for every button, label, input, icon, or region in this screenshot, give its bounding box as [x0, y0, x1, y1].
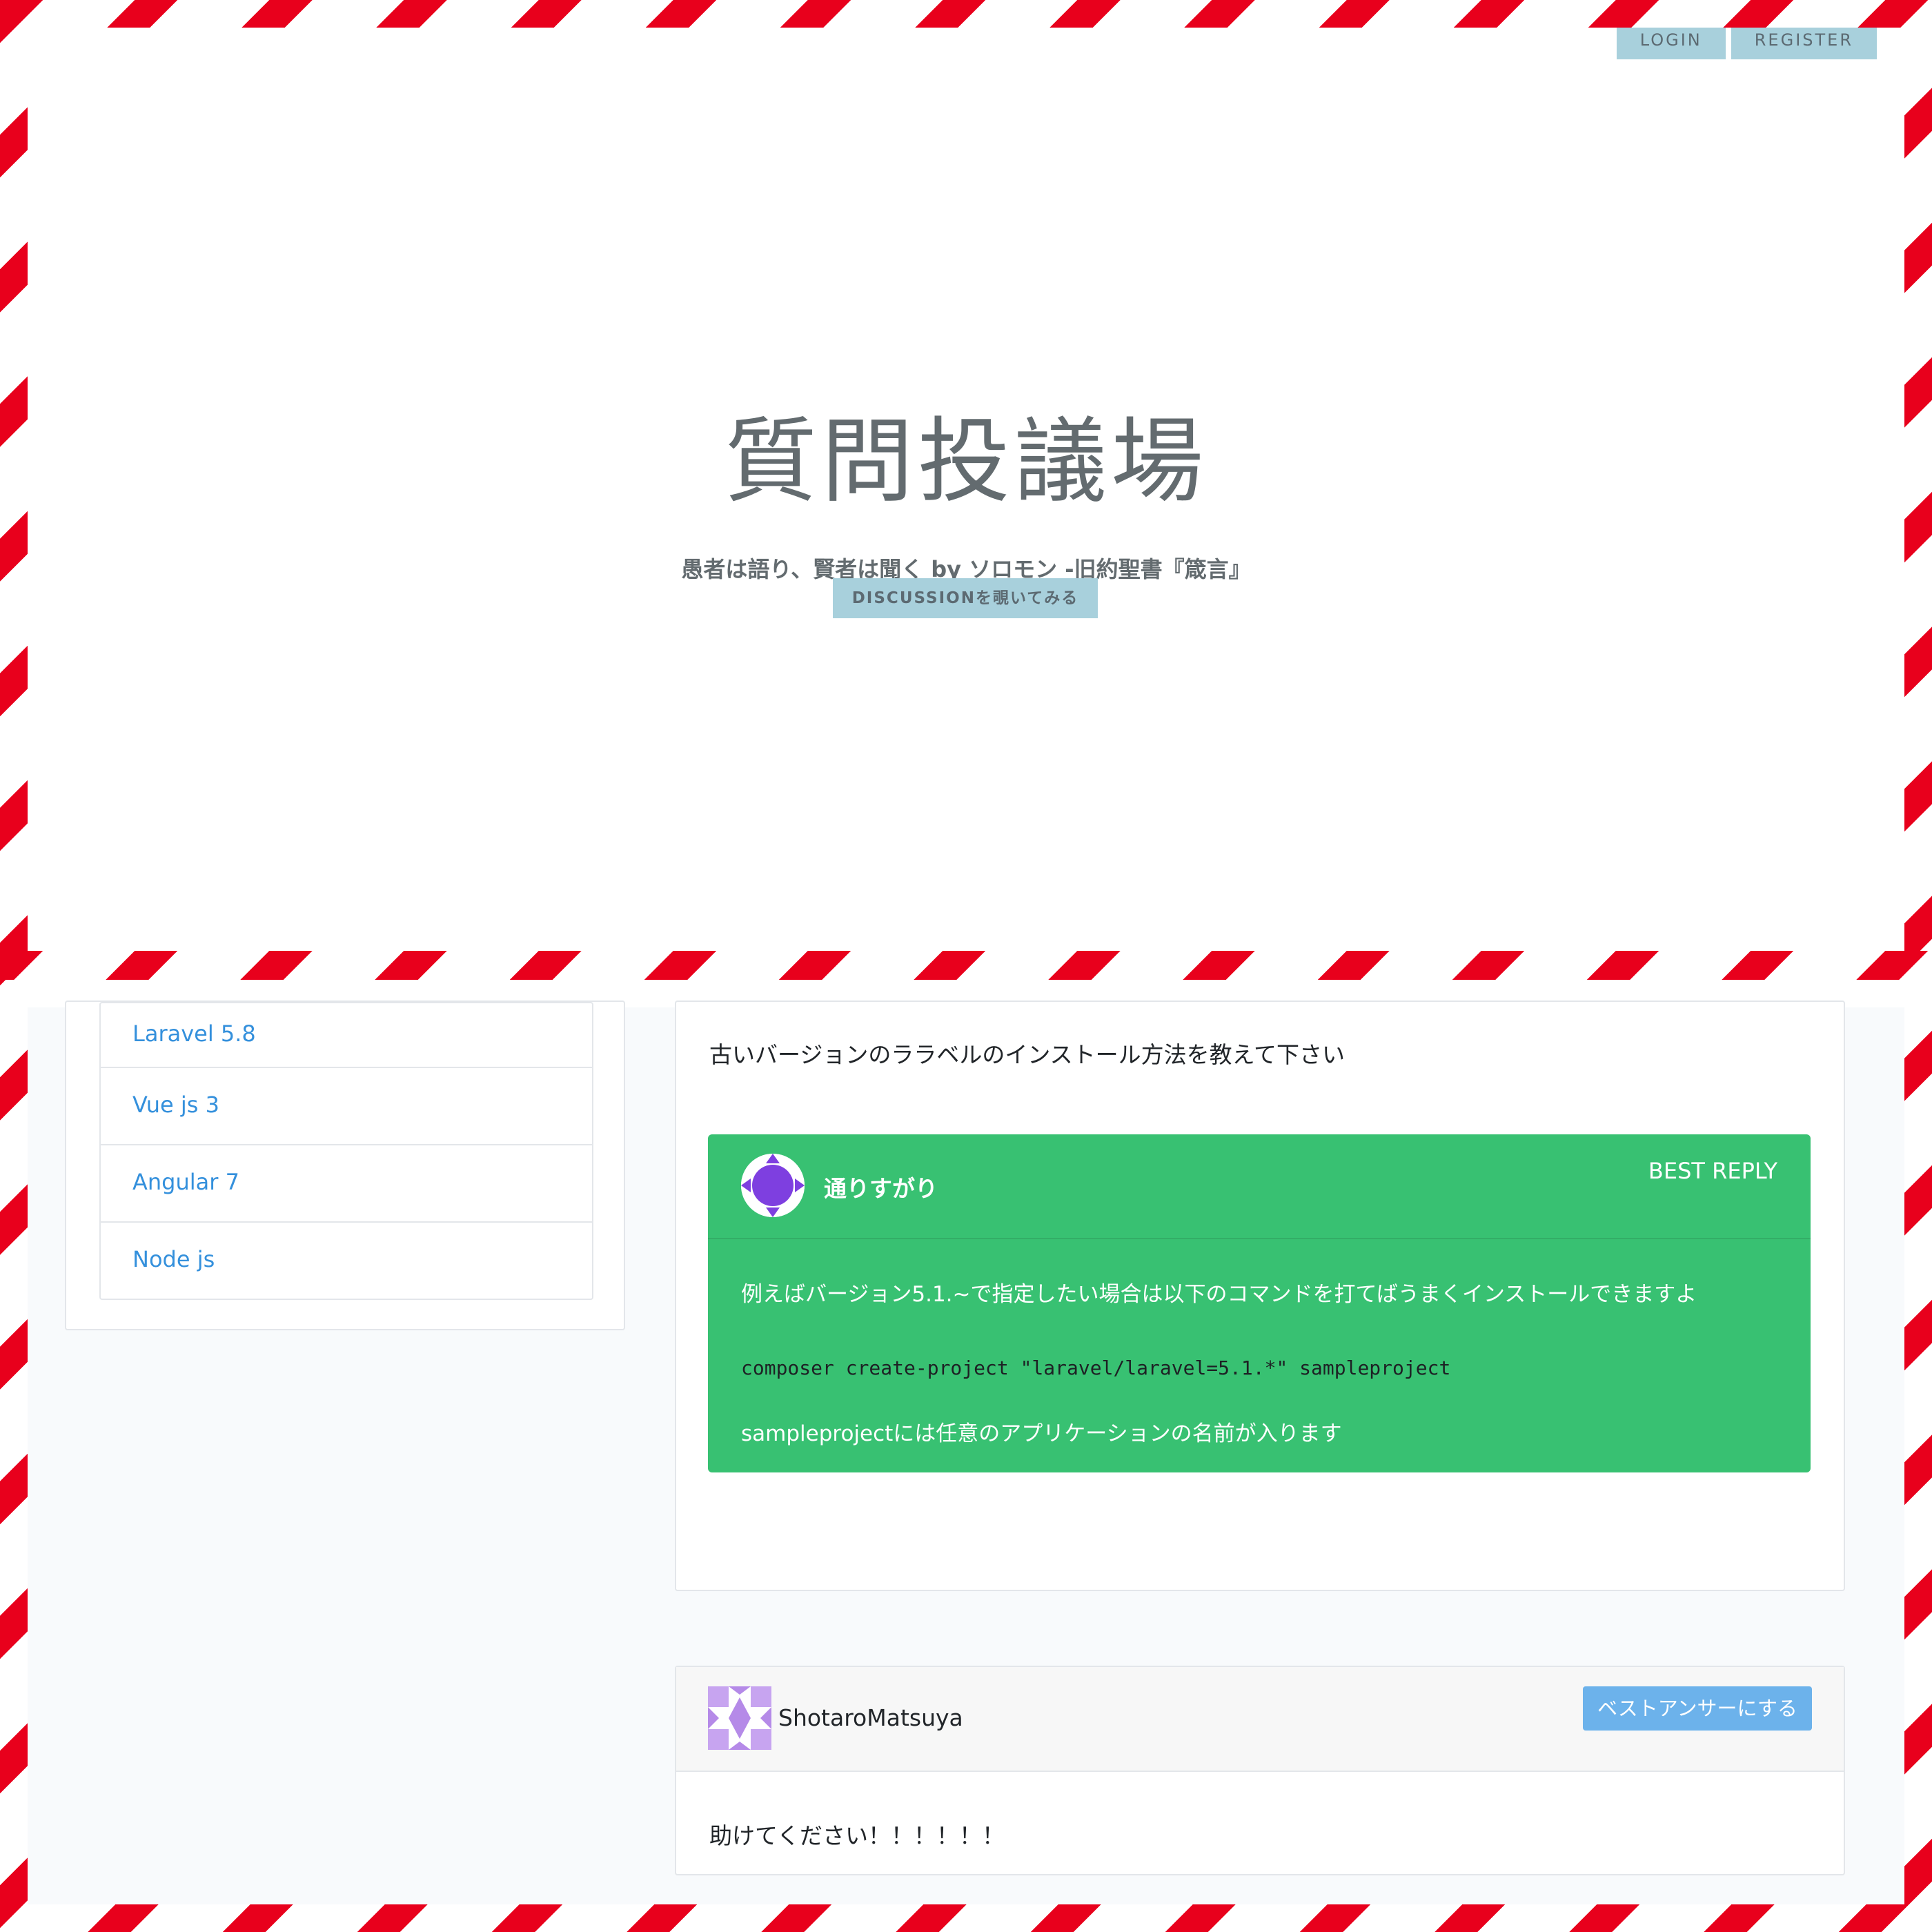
- category-list: Laravel 5.8 Vue js 3 Angular 7 Node js: [99, 1002, 593, 1300]
- best-reply-card: 通りすがり BEST REPLY 例えばバージョン5.1.~で指定したい場合は以…: [708, 1134, 1811, 1472]
- best-reply-code: composer create-project "laravel/laravel…: [741, 1357, 1451, 1379]
- register-link[interactable]: REGISTER: [1731, 28, 1877, 59]
- category-item-vue[interactable]: Vue js 3: [101, 1067, 592, 1144]
- category-item-node[interactable]: Node js: [101, 1221, 592, 1299]
- question-body: 古いバージョンのララベルのインストール方法を教えて下さい: [709, 1041, 1346, 1068]
- reply-username: ShotaroMatsuya: [778, 1704, 963, 1731]
- best-reply-username: 通りすがり: [824, 1175, 938, 1202]
- best-reply-header: 通りすがり BEST REPLY: [708, 1134, 1811, 1239]
- reply-header: ShotaroMatsuya ベストアンサーにする: [676, 1667, 1844, 1772]
- category-item-angular[interactable]: Angular 7: [101, 1144, 592, 1221]
- best-reply-note: sampleprojectには任意のアプリケーションの名前が入ります: [741, 1421, 1342, 1446]
- best-reply-badge: BEST REPLY: [1648, 1158, 1777, 1184]
- question-card: 古いバージョンのララベルのインストール方法を教えて下さい 通りすがり BEST …: [675, 1000, 1845, 1591]
- avatar: [741, 1154, 805, 1217]
- mark-best-answer-button[interactable]: ベストアンサーにする: [1583, 1686, 1812, 1731]
- best-reply-text: 例えばバージョン5.1.~で指定したい場合は以下のコマンドを打てばうまくインスト…: [741, 1282, 1697, 1307]
- avatar: [708, 1686, 771, 1750]
- reply-card: ShotaroMatsuya ベストアンサーにする 助けてください！！！！！！: [675, 1666, 1845, 1875]
- reply-body: 助けてください！！！！！！: [709, 1822, 1005, 1849]
- hero-section: LOGIN REGISTER 質問投議場 愚者は語り、賢者は聞く by ソロモン…: [28, 28, 1904, 952]
- identicon-icon: [708, 1686, 771, 1750]
- category-item-laravel[interactable]: Laravel 5.8: [101, 1003, 592, 1067]
- discussion-button[interactable]: DISCUSSIONを覗いてみる: [833, 578, 1098, 618]
- top-nav: LOGIN REGISTER: [1616, 28, 1877, 59]
- category-sidebar: Laravel 5.8 Vue js 3 Angular 7 Node js: [65, 1000, 625, 1330]
- identicon-icon: [741, 1154, 805, 1217]
- login-link[interactable]: LOGIN: [1616, 28, 1726, 59]
- page-title: 質問投議場: [724, 408, 1208, 515]
- decorative-stripe-divider: [0, 951, 1932, 980]
- content-area: Laravel 5.8 Vue js 3 Angular 7 Node js 古…: [28, 1000, 1904, 1904]
